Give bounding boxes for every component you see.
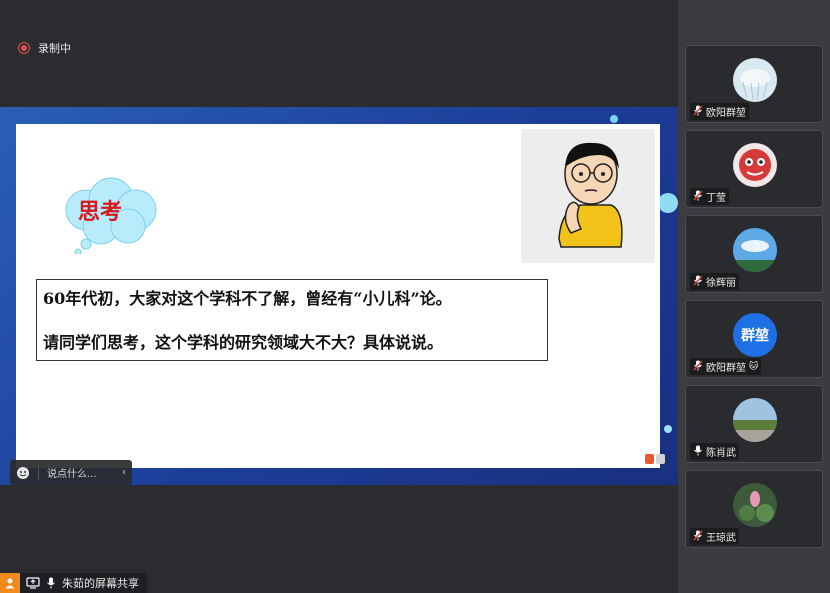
- recording-label: 录制中: [38, 42, 71, 55]
- participant-label: 欧阳群堃 🐱: [690, 358, 762, 375]
- slide-page: 思考 60年代初，大家对这个学科不了解，曾经有“小儿科”论。 请同学们思考，这个…: [16, 124, 665, 468]
- participant-tile[interactable]: 陈肖武: [685, 385, 823, 463]
- screen-share-bar: 朱茹的屏幕共享: [0, 573, 147, 593]
- participant-name: 欧阳群堃: [706, 363, 746, 374]
- participant-label: 陈肖武: [690, 443, 739, 460]
- thinking-boy-icon: [521, 129, 655, 263]
- slide-text-line-1: 60年代初，大家对这个学科不了解，曾经有“小儿科”论。: [43, 289, 452, 308]
- lion-dance-avatar-icon: [733, 143, 777, 187]
- microphone-icon: [47, 577, 55, 589]
- mic-muted-icon: [693, 190, 703, 204]
- participant-name: 陈肖武: [706, 448, 736, 459]
- emoji-icon[interactable]: [16, 466, 30, 480]
- recording-indicator[interactable]: 录制中: [18, 40, 71, 56]
- mic-on-icon: [693, 445, 703, 459]
- participant-tile[interactable]: 欧阳群堃: [685, 45, 823, 123]
- presenter-icon: [0, 573, 20, 593]
- participant-tile[interactable]: 王琼武: [685, 470, 823, 548]
- record-icon: [18, 42, 30, 54]
- thought-bubble-label: 思考: [78, 199, 123, 225]
- chat-input-bar[interactable]: 说点什么... ‹: [10, 460, 132, 485]
- participant-name: 王琼武: [706, 533, 736, 544]
- mic-muted-icon: [693, 530, 703, 544]
- screen-share-icon: [26, 577, 40, 589]
- shared-screen: 思考 60年代初，大家对这个学科不了解，曾经有“小儿科”论。 请同学们思考，这个…: [0, 107, 678, 485]
- lotus-avatar-icon: [733, 483, 777, 527]
- mic-muted-icon: [693, 275, 703, 289]
- question-textbox: 60年代初，大家对这个学科不了解，曾经有“小儿科”论。 请同学们思考，这个学科的…: [36, 279, 548, 361]
- participant-tile[interactable]: 群堃 欧阳群堃 🐱: [685, 300, 823, 378]
- collapse-chevron-icon[interactable]: ‹: [122, 467, 126, 478]
- slide-text-line-2: 请同学们思考，这个学科的研究领域大不大？具体说说。: [43, 333, 444, 352]
- screen-share-label: 朱茹的屏幕共享: [62, 577, 139, 590]
- participant-panel: 欧阳群堃 丁莹 徐辉丽 群堃 欧阳群堃 🐱 陈肖武 王琼武: [678, 0, 830, 593]
- jellyfish-avatar-icon: [733, 58, 777, 102]
- participant-name: 欧阳群堃: [706, 108, 746, 119]
- divider: [38, 465, 39, 480]
- cat-emoji-icon: 🐱: [749, 361, 759, 372]
- participant-name: 丁莹: [706, 193, 726, 204]
- slide-app-icon: [645, 454, 665, 464]
- participant-label: 王琼武: [690, 528, 739, 545]
- participant-tile[interactable]: 丁莹: [685, 130, 823, 208]
- mic-muted-icon: [693, 105, 703, 119]
- participant-label: 欧阳群堃: [690, 103, 749, 120]
- sky-avatar-icon: [733, 228, 777, 272]
- mic-muted-icon: [693, 360, 703, 374]
- chat-placeholder[interactable]: 说点什么...: [47, 465, 97, 480]
- landscape-avatar-icon: [733, 398, 777, 442]
- text-avatar: 群堃: [733, 313, 777, 357]
- participant-name: 徐辉丽: [706, 278, 736, 289]
- participant-label: 徐辉丽: [690, 273, 739, 290]
- meeting-window: 录制中 思考 60年代初，大家对这个学科不了解，曾经有“小儿科”论。 请同学们思…: [0, 0, 830, 593]
- participant-tile[interactable]: 徐辉丽: [685, 215, 823, 293]
- participant-label: 丁莹: [690, 188, 729, 205]
